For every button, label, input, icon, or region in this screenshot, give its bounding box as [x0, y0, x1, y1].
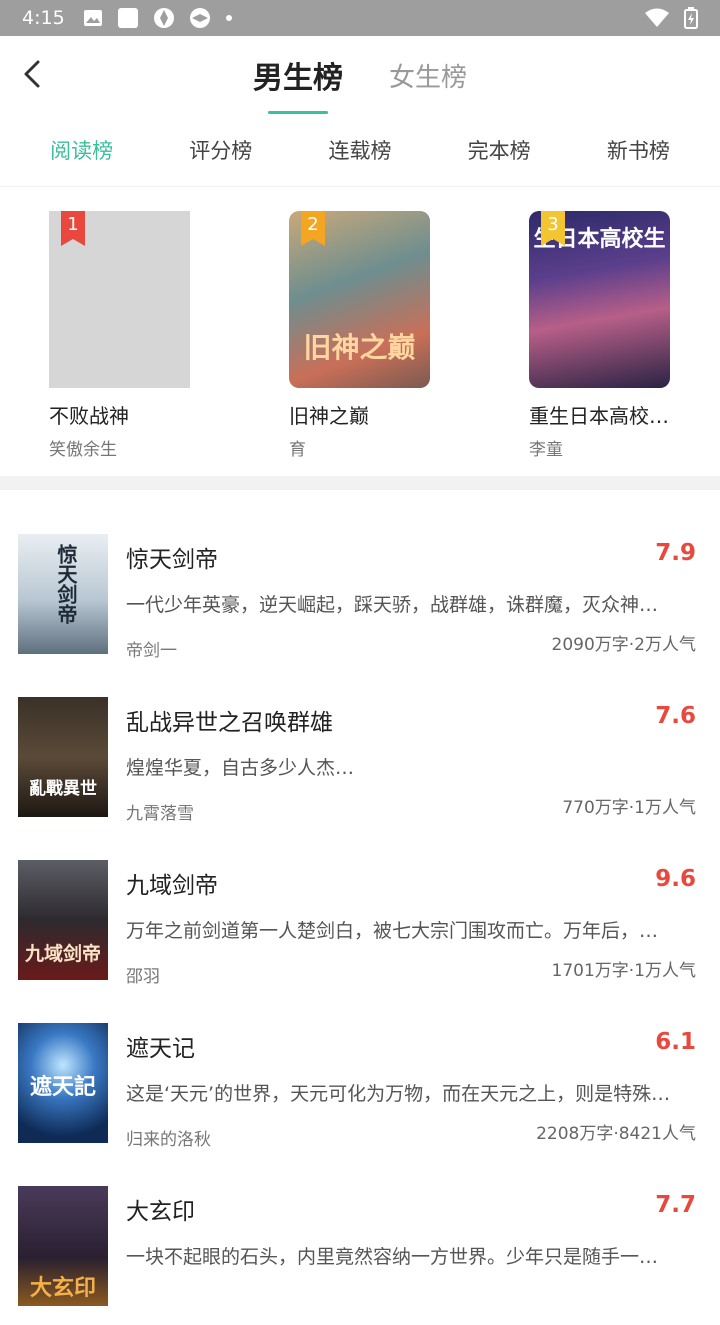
book-description: 这是‘天元’的世界，天元可化为万物，而在天元之上，则是特殊…	[126, 1083, 671, 1105]
book-score: 7.6	[655, 703, 696, 729]
rank-badge: 1	[61, 211, 85, 246]
image-icon	[83, 10, 102, 26]
book-author: 帝剑一	[126, 641, 177, 661]
list-item[interactable]: 九域剑帝 九域剑帝 9.6 万年之前剑道第一人楚剑白，被七大宗门围攻而亡。万年后…	[0, 836, 720, 999]
gender-tabs: 男生榜 女生榜	[0, 36, 720, 112]
book-description: 煌煌华夏，自古多少人杰…	[126, 757, 355, 779]
top-three-section: 1 不败战神 笑傲余生 旧神之巅 2 旧神之巅 育 生日本高校生 3 重生日本高…	[0, 186, 720, 476]
list-item[interactable]: 遮天記 遮天记 6.1 这是‘天元’的世界，天元可化为万物，而在天元之上，则是特…	[0, 999, 720, 1162]
tab-new-book-ranking[interactable]: 新书榜	[607, 135, 670, 165]
notification-icons	[83, 7, 233, 29]
book-stats: 2208万字·8421人气	[536, 1124, 696, 1144]
tab-male-ranking[interactable]: 男生榜	[253, 51, 343, 97]
top-book-item[interactable]: 生日本高校生 3 重生日本高校… 李童	[529, 211, 670, 460]
wifi-icon	[645, 8, 669, 27]
cover-title: 惊天剑帝	[54, 544, 78, 624]
header: 男生榜 女生榜	[0, 36, 720, 112]
tab-reading-ranking[interactable]: 阅读榜	[50, 135, 113, 165]
ranking-list: 惊天剑帝 惊天剑帝 7.9 一代少年英豪，逆天崛起，踩天骄，战群雄，诛群魔，灭众…	[0, 510, 720, 1325]
dot-icon	[225, 15, 232, 21]
tab-rating-ranking[interactable]: 评分榜	[189, 135, 252, 165]
cover-title: 九域剑帝	[24, 943, 101, 965]
book-stats: 2090万字·2万人气	[551, 635, 696, 655]
aperture-icon-2	[189, 8, 210, 28]
top-book-item[interactable]: 1 不败战神 笑傲余生	[49, 211, 190, 460]
book-cover: 大玄印	[18, 1186, 108, 1306]
tab-completed-ranking[interactable]: 完本榜	[468, 135, 531, 165]
section-divider	[0, 476, 720, 490]
cover-title: 旧神之巅	[303, 331, 416, 364]
rank-badge: 2	[301, 211, 325, 246]
book-score: 7.7	[655, 1192, 696, 1218]
book-score: 9.6	[655, 866, 696, 892]
book-score: 6.1	[655, 1029, 696, 1055]
book-author: 邵羽	[126, 967, 160, 987]
aperture-icon	[153, 8, 174, 28]
book-description: 一代少年英豪，逆天崛起，踩天骄，战群雄，诛群魔，灭众神…	[126, 594, 659, 616]
book-author: 九霄落雪	[126, 804, 194, 824]
cover-title: 大玄印	[29, 1276, 96, 1301]
book-author: 归来的洛秋	[126, 1130, 211, 1150]
book-cover: 生日本高校生 3	[529, 211, 670, 388]
list-item[interactable]: 亂戰異世 乱战异世之召唤群雄 7.6 煌煌华夏，自古多少人杰… 九霄落雪 770…	[0, 673, 720, 836]
book-title: 大玄印	[126, 1199, 195, 1225]
book-title: 不败战神	[49, 404, 129, 428]
book-cover: 惊天剑帝	[18, 534, 108, 654]
book-title: 九域剑帝	[126, 873, 218, 899]
list-item[interactable]: 大玄印 大玄印 7.7 一块不起眼的石头，内里竟然容纳一方世界。少年只是随手一…	[0, 1162, 720, 1325]
book-title: 惊天剑帝	[126, 547, 218, 573]
book-cover: 遮天記	[18, 1023, 108, 1143]
book-title: 遮天记	[126, 1036, 195, 1062]
list-item[interactable]: 惊天剑帝 惊天剑帝 7.9 一代少年英豪，逆天崛起，踩天骄，战群雄，诛群魔，灭众…	[0, 510, 720, 673]
top-book-item[interactable]: 旧神之巅 2 旧神之巅 育	[289, 211, 430, 460]
book-author: 笑傲余生	[49, 440, 117, 460]
book-author: 育	[289, 440, 306, 460]
status-time: 4:15	[22, 7, 65, 29]
tab-female-ranking[interactable]: 女生榜	[389, 55, 467, 94]
book-title: 重生日本高校…	[529, 404, 669, 428]
tab-serial-ranking[interactable]: 连载榜	[328, 135, 391, 165]
book-description: 一块不起眼的石头，内里竟然容纳一方世界。少年只是随手一…	[126, 1246, 659, 1268]
battery-icon	[684, 7, 698, 29]
book-cover: 亂戰異世	[18, 697, 108, 817]
book-score: 7.9	[655, 540, 696, 566]
book-description: 万年之前剑道第一人楚剑白，被七大宗门围攻而亡。万年后，…	[126, 920, 659, 942]
cover-title: 遮天記	[29, 1075, 96, 1100]
book-stats: 770万字·1万人气	[562, 798, 696, 818]
book-cover: 旧神之巅 2	[289, 211, 430, 388]
book-title: 旧神之巅	[289, 404, 369, 428]
book-title: 乱战异世之召唤群雄	[126, 710, 333, 736]
cover-title: 亂戰異世	[29, 779, 97, 799]
app-square-icon	[117, 8, 138, 28]
status-bar: 4:15	[0, 0, 720, 36]
book-cover: 1	[49, 211, 190, 388]
ranking-category-tabs: 阅读榜 评分榜 连载榜 完本榜 新书榜	[0, 112, 720, 188]
book-stats: 1701万字·1万人气	[551, 961, 696, 981]
book-cover: 九域剑帝	[18, 860, 108, 980]
book-author: 李童	[529, 440, 563, 460]
